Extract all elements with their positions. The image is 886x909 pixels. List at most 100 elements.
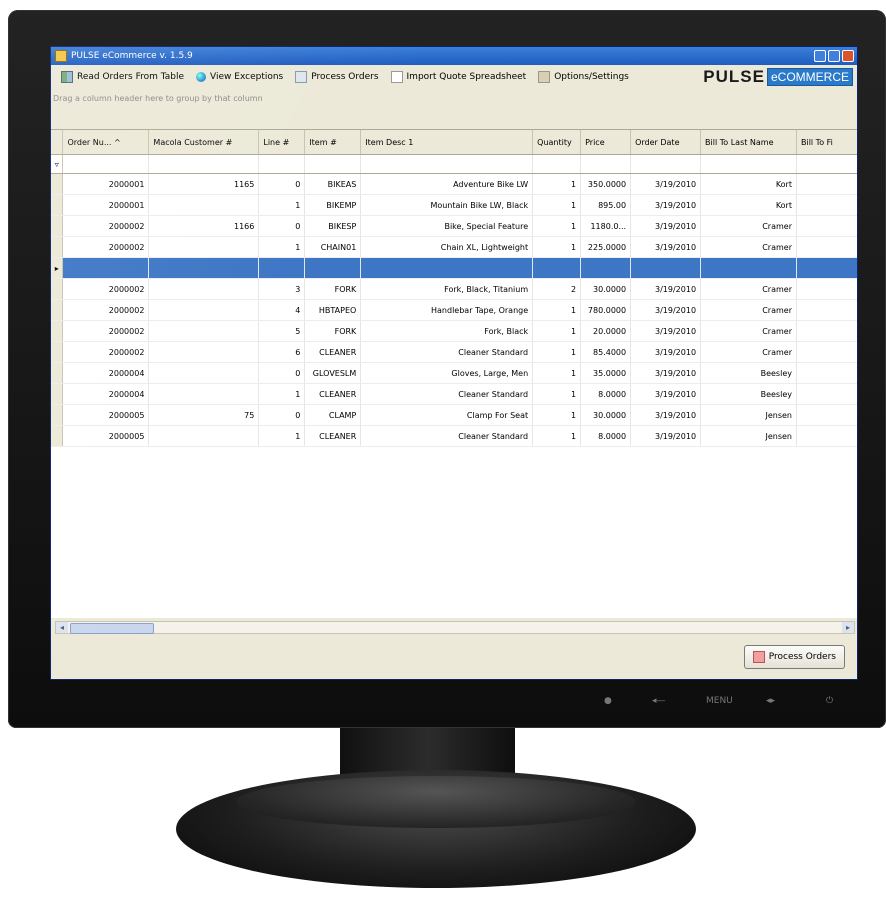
table-row[interactable]: 2000005 75 0 CLAMP Clamp For Seat 1 30.0000 3/1…	[51, 404, 857, 426]
monitor-menu-button[interactable]: MENU	[706, 696, 733, 706]
table-cell[interactable]: Fork, Black	[360, 320, 534, 342]
table-cell[interactable]: 1	[532, 425, 582, 447]
table-cell[interactable]: 1	[258, 425, 306, 447]
table-row[interactable]: 2000004 0 GLOVESLM Gloves, Large, Men 1 35.00…	[51, 362, 857, 384]
table-cell[interactable]: 225.0000	[580, 236, 632, 258]
table-cell[interactable]: 1	[258, 236, 306, 258]
table-cell[interactable]: CASSET	[304, 257, 362, 279]
table-cell[interactable]: 30.0000	[580, 404, 632, 426]
filter-cell[interactable]	[360, 154, 534, 174]
table-cell[interactable]: 2000001	[62, 173, 150, 195]
table-cell[interactable]: BIKEMP	[304, 194, 362, 216]
column-header-price[interactable]: Price	[580, 130, 632, 155]
table-cell[interactable]: 1	[532, 320, 582, 342]
horizontal-scrollbar[interactable]: ◂ ▸	[55, 621, 855, 634]
row-selector[interactable]	[51, 320, 64, 342]
table-cell[interactable]	[796, 320, 857, 342]
table-cell[interactable]: Cassette 8 Speed	[360, 257, 534, 279]
table-row[interactable]: 2000002 5 FORK Fork, Black 1 20.0000 3/19/2010…	[51, 320, 857, 342]
table-cell[interactable]	[796, 425, 857, 447]
table-cell[interactable]: 3/19/2010	[630, 215, 702, 237]
table-cell[interactable]: 2000002	[62, 320, 150, 342]
import-quote-button[interactable]: Import Quote Spreadsheet	[385, 66, 533, 88]
table-cell[interactable]: 2000004	[62, 362, 150, 384]
filter-cell[interactable]	[532, 154, 582, 174]
row-selector[interactable]	[51, 425, 64, 447]
monitor-left-button[interactable]: ◂—	[652, 696, 666, 706]
table-row[interactable]: 2000002 4 HBTAPEO Handlebar Tape, Orange 1 78…	[51, 299, 857, 321]
row-selector[interactable]	[51, 236, 64, 258]
table-cell[interactable]: Chain XL, Lightweight	[360, 236, 534, 258]
table-cell[interactable]	[148, 320, 260, 342]
table-cell[interactable]: CLEANER	[304, 383, 362, 405]
table-cell[interactable]: 2000002	[62, 278, 150, 300]
table-cell[interactable]: 1	[532, 173, 582, 195]
minimize-button[interactable]	[814, 50, 826, 62]
table-cell[interactable]: 2000002	[62, 215, 150, 237]
table-cell[interactable]: Gloves, Large, Men	[360, 362, 534, 384]
table-cell[interactable]: 75	[148, 404, 260, 426]
table-cell[interactable]: Cramer	[700, 320, 797, 342]
table-cell[interactable]: 3/19/2010	[630, 320, 702, 342]
table-cell[interactable]	[148, 425, 260, 447]
table-cell[interactable]	[796, 362, 857, 384]
scrollbar-thumb[interactable]	[70, 623, 154, 634]
table-cell[interactable]: 2000005	[62, 404, 150, 426]
table-cell[interactable]	[796, 383, 857, 405]
table-cell[interactable]: 3/19/2010	[630, 425, 702, 447]
table-row[interactable]: 2000001 1 BIKEMP Mountain Bike LW, Black 1 89…	[51, 194, 857, 216]
table-cell[interactable]: 2000004	[62, 383, 150, 405]
table-cell[interactable]: 2	[258, 257, 306, 279]
filter-cell[interactable]	[796, 154, 857, 174]
table-cell[interactable]: 4	[258, 299, 306, 321]
row-selector[interactable]	[51, 173, 64, 195]
options-settings-button[interactable]: Options/Settings	[532, 66, 635, 88]
table-cell[interactable]: CLEANER	[304, 341, 362, 363]
group-by-hint[interactable]: Drag a column header here to group by th…	[51, 89, 857, 109]
row-selector[interactable]	[51, 194, 64, 216]
table-cell[interactable]	[148, 383, 260, 405]
table-cell[interactable]: Fork, Black, Titanium	[360, 278, 534, 300]
table-cell[interactable]	[796, 236, 857, 258]
table-cell[interactable]	[796, 278, 857, 300]
table-cell[interactable]: 1	[532, 257, 582, 279]
row-selector[interactable]	[51, 404, 64, 426]
table-cell[interactable]: 1	[532, 236, 582, 258]
monitor-right-button[interactable]: ◂▸	[766, 696, 775, 706]
column-header-item[interactable]: Item #	[304, 130, 362, 155]
row-selector[interactable]	[51, 362, 64, 384]
filter-cell[interactable]	[62, 154, 150, 174]
table-cell[interactable]: 895.00	[580, 194, 632, 216]
monitor-dot-button[interactable]: ●	[604, 696, 612, 706]
table-cell[interactable]: 2000002	[62, 341, 150, 363]
table-cell[interactable]: 350.0000	[580, 173, 632, 195]
column-header-order-number[interactable]: Order Nu... ^	[62, 130, 150, 155]
table-cell[interactable]	[796, 341, 857, 363]
process-orders-button[interactable]: Process Orders	[743, 645, 845, 669]
table-cell[interactable]: 3/19/2010	[630, 257, 702, 279]
table-cell[interactable]: 85.4000	[580, 341, 632, 363]
table-cell[interactable]: Kort	[700, 173, 797, 195]
filter-cell[interactable]	[258, 154, 306, 174]
row-selector[interactable]	[51, 383, 64, 405]
view-exceptions-button[interactable]: View Exceptions	[190, 66, 289, 88]
process-orders-toolbar-button[interactable]: Process Orders	[289, 66, 384, 88]
table-cell[interactable]: FORK	[304, 320, 362, 342]
table-cell[interactable]: 35.0000	[580, 362, 632, 384]
table-cell[interactable]: 1	[532, 383, 582, 405]
table-cell[interactable]: 3/19/2010	[630, 383, 702, 405]
table-cell[interactable]: 1	[258, 383, 306, 405]
table-cell[interactable]: 3/19/2010	[630, 362, 702, 384]
column-header-quantity[interactable]: Quantity	[532, 130, 582, 155]
table-cell[interactable]: Clamp For Seat	[360, 404, 534, 426]
table-cell[interactable]: Kort	[700, 194, 797, 216]
table-cell[interactable]: 2000002	[62, 299, 150, 321]
table-cell[interactable]: 85.0000	[580, 257, 632, 279]
table-cell[interactable]: 8.0000	[580, 425, 632, 447]
table-cell[interactable]: Cramer	[700, 215, 797, 237]
table-cell[interactable]: 0	[258, 404, 306, 426]
table-cell[interactable]	[148, 194, 260, 216]
table-row[interactable]: 2000002 1166 0 BIKESP Bike, Special Feature 1…	[51, 215, 857, 237]
read-orders-button[interactable]: Read Orders From Table	[55, 66, 190, 88]
table-cell[interactable]: FORK	[304, 278, 362, 300]
